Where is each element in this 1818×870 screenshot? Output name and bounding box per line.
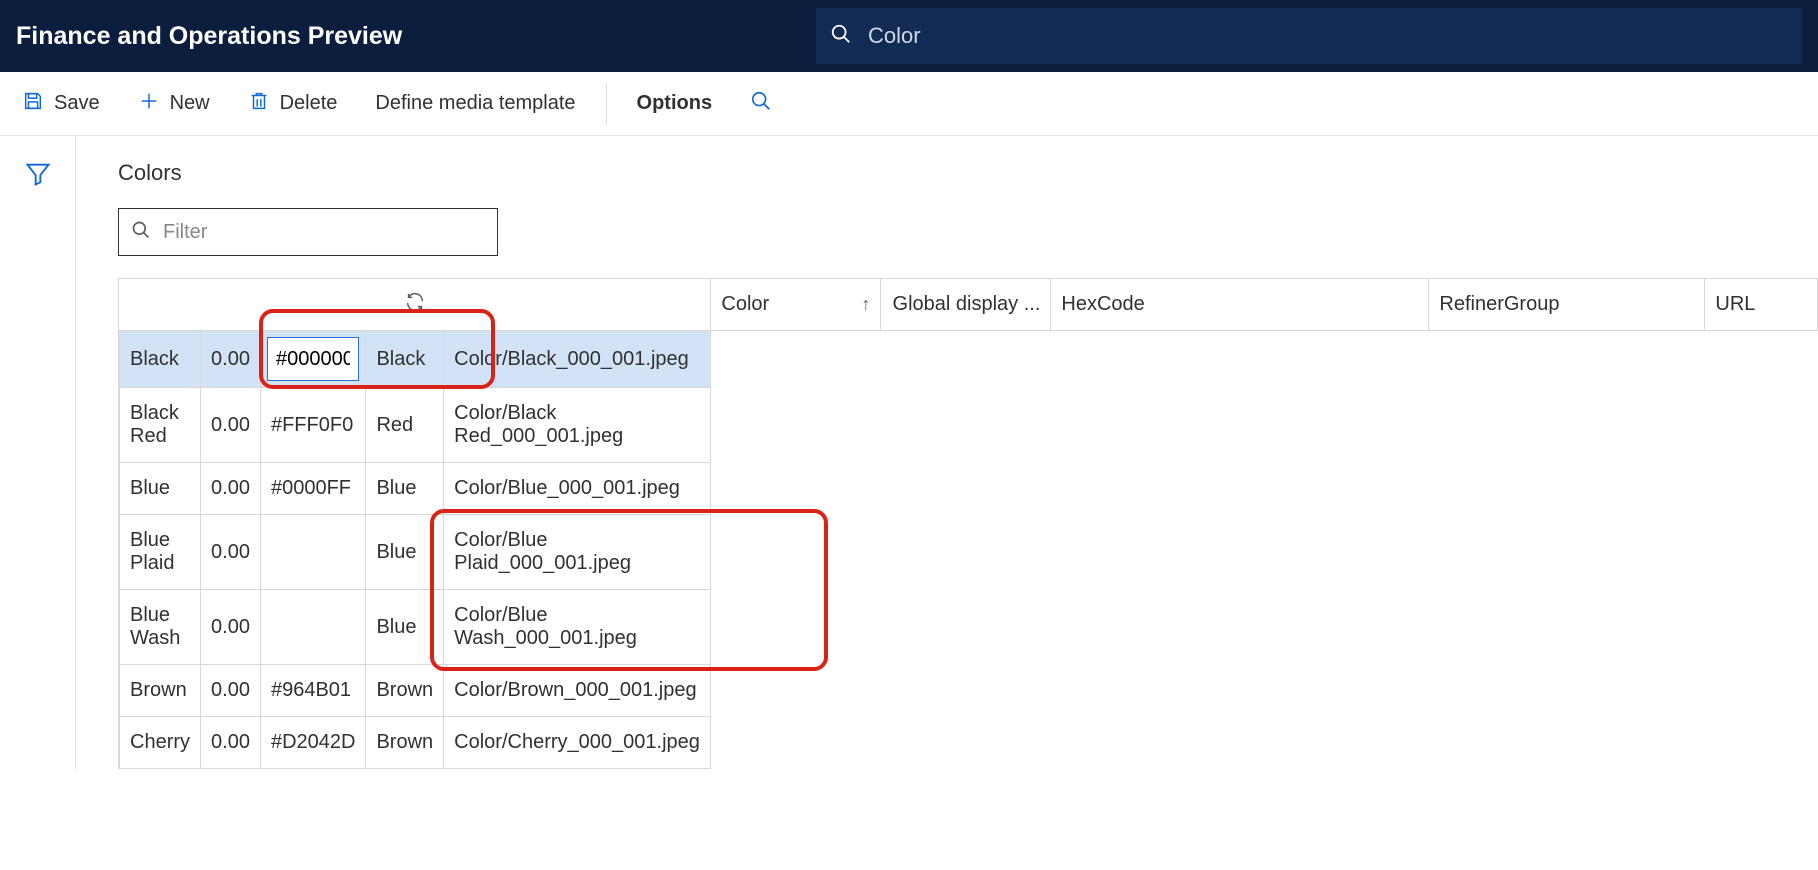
table-row[interactable]: Cherry0.00#D2042DBrownColor/Cherry_000_0… [119, 717, 710, 769]
delete-button-label: Delete [280, 92, 338, 115]
content-area: Colors [76, 136, 1818, 769]
cell-hexcode[interactable]: #0000FF [260, 463, 366, 515]
cell-global-display[interactable]: 0.00 [201, 388, 261, 463]
trash-icon [248, 90, 270, 118]
cell-refinergroup[interactable]: Blue [366, 463, 444, 515]
cell-refinergroup[interactable]: Blue [366, 515, 444, 590]
save-button[interactable]: Save [14, 84, 108, 124]
cell-url[interactable]: Color/Black Red_000_001.jpeg [444, 388, 711, 463]
table-header-row: Color ↑ Global display ... HexCode Refin… [119, 279, 1818, 331]
new-button[interactable]: New [130, 84, 218, 124]
cell-url[interactable]: Color/Blue Plaid_000_001.jpeg [444, 515, 711, 590]
cell-color[interactable]: Blue Plaid [120, 515, 201, 590]
sort-ascending-icon: ↑ [861, 294, 870, 315]
cell-color[interactable]: Blue Wash [120, 590, 201, 665]
search-input[interactable] [868, 23, 1788, 49]
divider [606, 84, 607, 124]
delete-button[interactable]: Delete [240, 84, 346, 124]
cell-url[interactable]: Color/Black_000_001.jpeg [444, 331, 711, 388]
table-row[interactable]: Blue Wash0.00 BlueColor/Blue Wash_000_001… [119, 590, 710, 665]
column-gdo-label: Global display ... [893, 293, 1041, 315]
funnel-icon [24, 176, 52, 191]
options-label: Options [637, 92, 713, 115]
cell-global-display[interactable]: 0.00 [201, 665, 261, 717]
cell-color[interactable]: Cherry [120, 717, 201, 769]
cell-refinergroup[interactable]: Red [366, 388, 444, 463]
find-button[interactable] [742, 84, 780, 124]
colors-table: Color ↑ Global display ... HexCode Refin… [118, 278, 1818, 769]
app-header: Finance and Operations Preview [0, 0, 1818, 72]
section-title: Colors [118, 160, 1818, 186]
column-refinergroup[interactable]: RefinerGroup [1429, 279, 1705, 331]
column-color-label: Color [721, 293, 769, 316]
cell-global-display[interactable]: 0.00 [201, 463, 261, 515]
search-icon [750, 90, 772, 118]
table-row[interactable]: Black0.00BlackColor/Black_000_001.jpeg [119, 331, 710, 388]
cell-hexcode[interactable]: #964B01 [260, 665, 366, 717]
refresh-column[interactable] [119, 279, 711, 331]
column-url-label: URL [1715, 293, 1755, 315]
cell-hexcode[interactable] [260, 331, 366, 388]
cell-global-display[interactable]: 0.00 [201, 515, 261, 590]
column-url[interactable]: URL [1705, 279, 1818, 331]
define-media-button[interactable]: Define media template [367, 86, 583, 121]
plus-icon [138, 90, 160, 118]
cell-refinergroup[interactable]: Black [366, 331, 444, 388]
table-row[interactable]: Black Red0.00#FFF0F0RedColor/Black Red_0… [119, 388, 710, 463]
column-refiner-label: RefinerGroup [1439, 293, 1559, 315]
global-search-box[interactable] [816, 8, 1802, 64]
cell-refinergroup[interactable]: Brown [366, 665, 444, 717]
app-title: Finance and Operations Preview [16, 22, 816, 51]
cell-color[interactable]: Black [120, 331, 201, 388]
cell-url[interactable]: Color/Cherry_000_001.jpeg [444, 717, 711, 769]
filter-sidebar [0, 136, 76, 769]
cell-hexcode[interactable] [260, 515, 366, 590]
hexcode-input[interactable] [267, 337, 360, 381]
cell-url[interactable]: Color/Blue_000_001.jpeg [444, 463, 711, 515]
table-row[interactable]: Blue Plaid0.00 BlueColor/Blue Plaid_000_0… [119, 515, 710, 590]
grid-filter-input[interactable] [163, 221, 485, 244]
cell-refinergroup[interactable]: Brown [366, 717, 444, 769]
column-hexcode[interactable]: HexCode [1051, 279, 1429, 331]
cell-refinergroup[interactable]: Blue [366, 590, 444, 665]
table-row[interactable]: Blue0.00#0000FFBlueColor/Blue_000_001.jp… [119, 463, 710, 515]
cell-color[interactable]: Black Red [120, 388, 201, 463]
action-bar: Save New Delete Define media template Op… [0, 72, 1818, 136]
column-color[interactable]: Color ↑ [711, 279, 881, 331]
cell-global-display[interactable]: 0.00 [201, 331, 261, 388]
cell-global-display[interactable]: 0.00 [201, 717, 261, 769]
cell-color[interactable]: Blue [120, 463, 201, 515]
save-button-label: Save [54, 92, 100, 115]
cell-url[interactable]: Color/Blue Wash_000_001.jpeg [444, 590, 711, 665]
grid-filter-box[interactable] [118, 208, 498, 256]
cell-hexcode[interactable]: #FFF0F0 [260, 388, 366, 463]
save-icon [22, 90, 44, 118]
cell-hexcode[interactable] [260, 590, 366, 665]
cell-hexcode[interactable]: #D2042D [260, 717, 366, 769]
filter-pane-button[interactable] [24, 160, 52, 191]
cell-color[interactable]: Brown [120, 665, 201, 717]
cell-global-display[interactable]: 0.00 [201, 590, 261, 665]
search-icon [830, 23, 868, 50]
options-button[interactable]: Options [629, 86, 721, 121]
refresh-icon [404, 296, 426, 318]
define-media-label: Define media template [375, 92, 575, 115]
table-row[interactable]: Brown0.00#964B01BrownColor/Brown_000_001… [119, 665, 710, 717]
column-hex-label: HexCode [1061, 293, 1144, 315]
cell-url[interactable]: Color/Brown_000_001.jpeg [444, 665, 711, 717]
search-icon [131, 220, 163, 245]
column-global-display[interactable]: Global display ... [881, 279, 1051, 331]
new-button-label: New [170, 92, 210, 115]
